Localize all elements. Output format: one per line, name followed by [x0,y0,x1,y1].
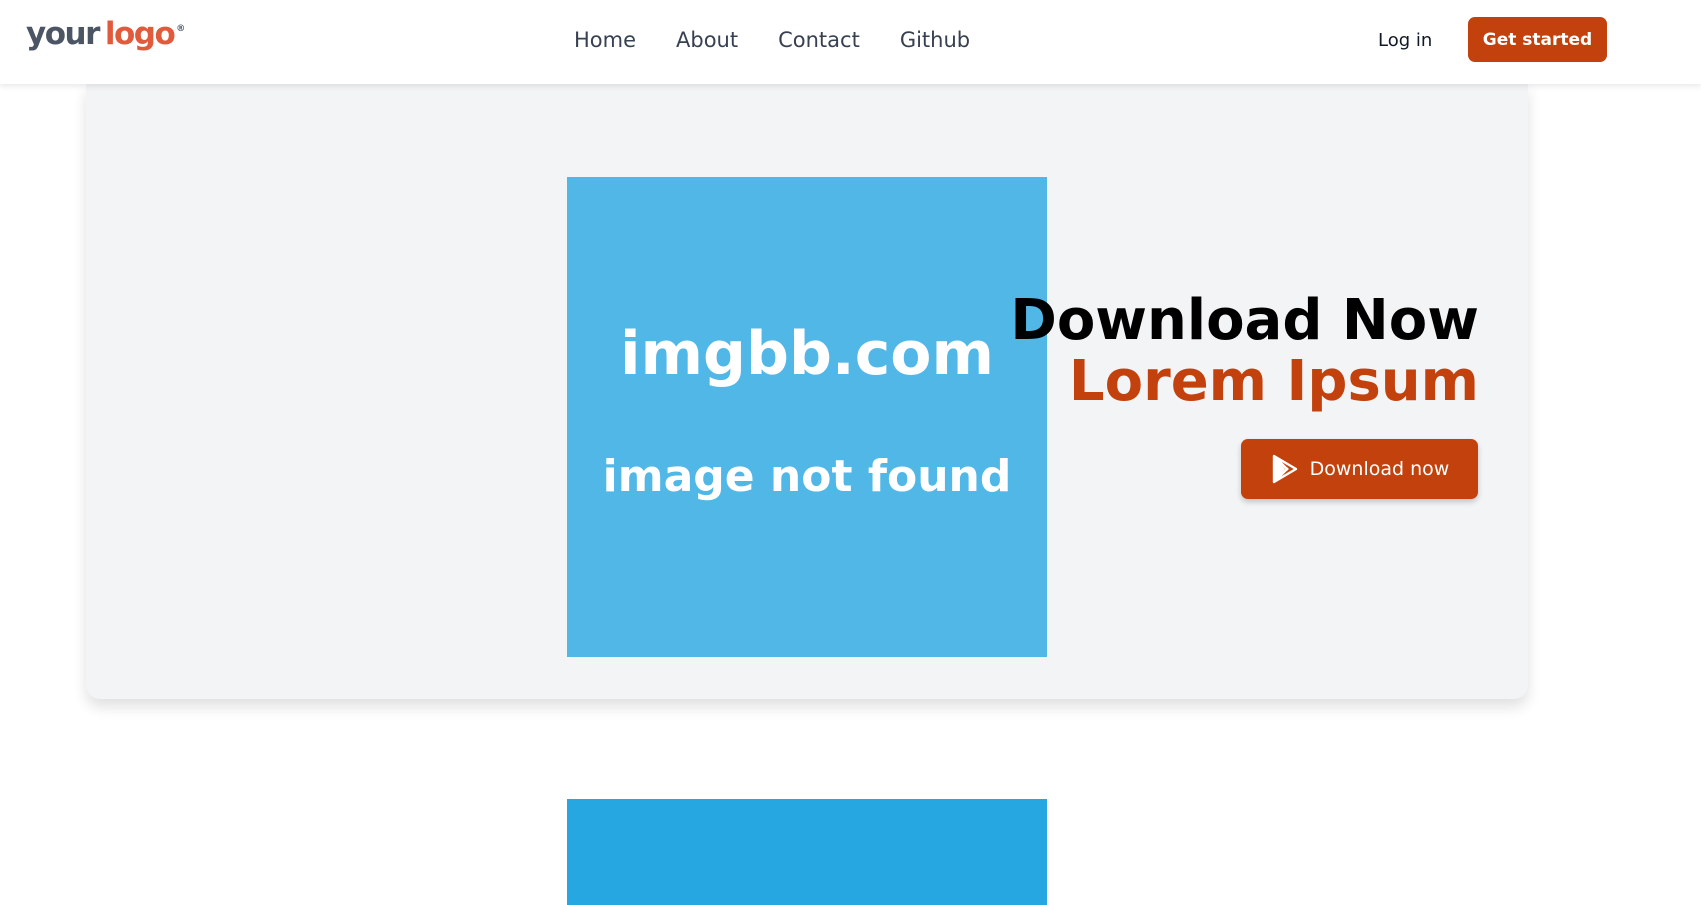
logo-word-your: your [26,16,100,52]
nav-contact[interactable]: Contact [778,22,860,58]
hero-card: imgbb.com image not found Download Now L… [86,84,1528,699]
nav-about[interactable]: About [676,22,738,58]
headline-line-1: Download Now [1010,288,1479,353]
placeholder-subtitle: image not found [602,451,1012,502]
headline-line-2: Lorem Ipsum [1068,349,1479,414]
brand-logo[interactable]: your logo ® [26,16,185,60]
hero-headline: Download Now Lorem Ipsum [1010,290,1479,412]
download-now-label: Download now [1309,458,1450,480]
get-started-button[interactable]: Get started [1468,17,1607,62]
registered-mark: ® [176,24,186,34]
nav-github[interactable]: Github [900,22,970,58]
logo-word-logo: logo [104,16,176,52]
main-nav: Home About Contact Github [574,22,970,58]
nav-home[interactable]: Home [574,22,636,58]
second-image-placeholder [567,799,1047,905]
login-link[interactable]: Log in [1378,26,1432,56]
site-header: your logo ® Home About Contact Github Lo… [0,0,1701,84]
download-now-button[interactable]: Download now [1241,439,1478,499]
placeholder-title: imgbb.com [619,319,995,389]
hero-image-placeholder: imgbb.com image not found [567,177,1047,657]
play-store-icon [1270,454,1300,484]
